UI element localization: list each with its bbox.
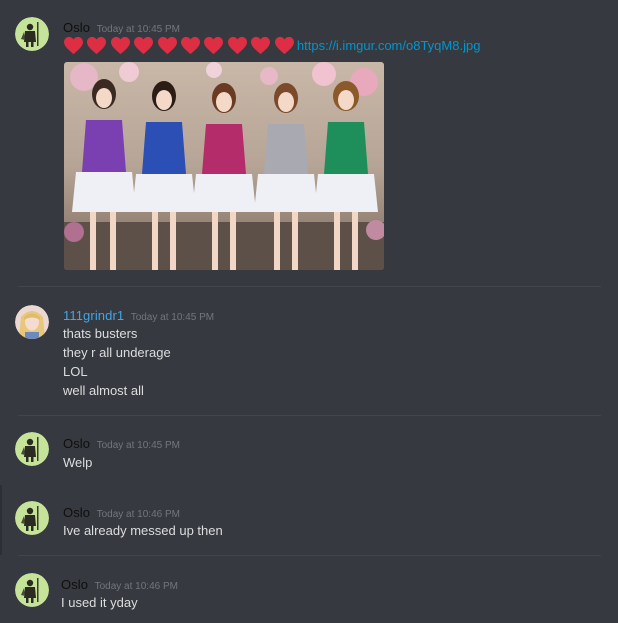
avatar[interactable] bbox=[15, 305, 49, 339]
message-line: I used it yday bbox=[61, 595, 138, 610]
message-line: thats busters bbox=[63, 326, 138, 341]
heart-emoji-icon bbox=[110, 36, 130, 55]
timestamp[interactable]: Today at 10:46 PM bbox=[95, 581, 178, 592]
heart-emoji-icon bbox=[64, 36, 83, 55]
username[interactable]: 111grindr1 bbox=[63, 308, 124, 323]
embedded-image[interactable] bbox=[64, 62, 384, 270]
message-group: Oslo Today at 10:46 PM Ive already messe… bbox=[0, 485, 618, 555]
heart-emoji-icon bbox=[180, 36, 200, 55]
message-header: 111grindr1 Today at 10:45 PM bbox=[63, 307, 214, 325]
message-content: https://i.imgur.com/o8TyqM8.jpg bbox=[63, 36, 480, 55]
heart-emoji-icon bbox=[134, 36, 154, 55]
heart-emoji-icon bbox=[274, 36, 294, 55]
blonde-girl-avatar-icon bbox=[15, 305, 49, 339]
username[interactable]: Oslo bbox=[63, 505, 90, 520]
knight-avatar-icon bbox=[15, 17, 49, 51]
timestamp[interactable]: Today at 10:46 PM bbox=[97, 509, 180, 520]
knight-avatar-icon bbox=[15, 573, 49, 607]
heart-emoji-row bbox=[63, 36, 297, 55]
message-line: Ive already messed up then bbox=[63, 523, 223, 538]
message-line: well almost all bbox=[63, 383, 144, 398]
username[interactable]: Oslo bbox=[63, 20, 90, 35]
message-line: LOL bbox=[63, 364, 88, 379]
message-group: Oslo Today at 10:45 PM Welp bbox=[0, 416, 618, 485]
heart-emoji-icon bbox=[227, 36, 247, 55]
timestamp[interactable]: Today at 10:45 PM bbox=[97, 440, 180, 451]
heart-emoji-icon bbox=[87, 36, 107, 55]
knight-avatar-icon bbox=[15, 432, 49, 466]
message-line: they r all underage bbox=[63, 345, 171, 360]
image-link[interactable]: https://i.imgur.com/o8TyqM8.jpg bbox=[297, 38, 481, 53]
timestamp[interactable]: Today at 10:45 PM bbox=[131, 312, 214, 323]
message-group: 111grindr1 Today at 10:45 PM thats buste… bbox=[0, 287, 618, 415]
message-header: Oslo Today at 10:46 PM bbox=[63, 504, 180, 522]
message-header: Oslo Today at 10:46 PM bbox=[61, 576, 178, 594]
heart-emoji-icon bbox=[251, 36, 271, 55]
message-group: Oslo Today at 10:45 PM https://i.imgur.c… bbox=[0, 0, 618, 286]
username[interactable]: Oslo bbox=[61, 577, 88, 592]
message-header: Oslo Today at 10:45 PM bbox=[63, 435, 180, 453]
heart-emoji-icon bbox=[157, 36, 177, 55]
avatar[interactable] bbox=[15, 17, 49, 51]
timestamp[interactable]: Today at 10:45 PM bbox=[97, 24, 180, 35]
photo-image bbox=[64, 62, 384, 270]
avatar[interactable] bbox=[15, 573, 49, 607]
message-header: Oslo Today at 10:45 PM bbox=[63, 19, 180, 37]
avatar[interactable] bbox=[15, 432, 49, 466]
username[interactable]: Oslo bbox=[63, 436, 90, 451]
avatar[interactable] bbox=[15, 501, 49, 535]
message-group: Oslo Today at 10:46 PM I used it yday bbox=[0, 556, 618, 623]
message-line: Welp bbox=[63, 455, 93, 470]
knight-avatar-icon bbox=[15, 501, 49, 535]
heart-emoji-icon bbox=[204, 36, 224, 55]
